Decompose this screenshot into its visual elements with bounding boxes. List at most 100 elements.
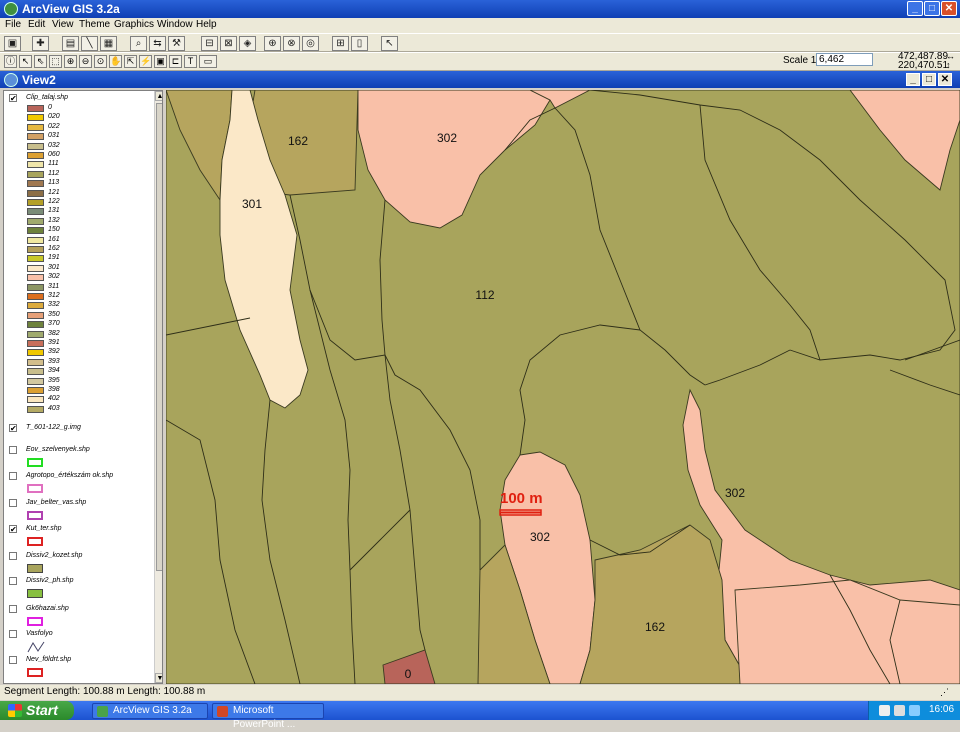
legend-swatch[interactable] xyxy=(27,340,44,347)
legend-swatch[interactable] xyxy=(27,330,44,338)
start-button[interactable]: Start xyxy=(0,701,74,720)
legend-swatch[interactable] xyxy=(27,264,44,272)
theme-checkbox[interactable] xyxy=(9,656,17,664)
identify-icon[interactable]: ⓘ xyxy=(4,55,17,68)
theme-name[interactable]: Dissiv2_kozet.shp xyxy=(26,552,82,559)
task-powerpoint[interactable]: Microsoft PowerPoint ... xyxy=(212,703,324,730)
area-of-interest-icon[interactable]: ▣ xyxy=(154,55,167,68)
scale-input[interactable]: 6,462 xyxy=(816,53,873,66)
theme-checkbox[interactable]: ✔ xyxy=(9,525,17,534)
scroll-up-icon[interactable]: ▲ xyxy=(155,91,162,101)
zoom-out-icon[interactable]: ⊗ xyxy=(283,36,300,51)
legend-swatch[interactable] xyxy=(27,255,44,263)
theme-name[interactable]: T_601-122_g.img xyxy=(26,424,81,431)
legend-swatch[interactable] xyxy=(27,405,44,413)
theme-checkbox[interactable] xyxy=(9,472,17,480)
menu-view[interactable]: View xyxy=(52,19,74,30)
legend-swatch[interactable] xyxy=(27,199,44,206)
theme-name[interactable]: Gk6hazai.shp xyxy=(26,605,69,612)
legend-swatch[interactable] xyxy=(27,387,44,394)
draw-tool-icon[interactable]: ▭ xyxy=(199,55,217,68)
open-table-icon[interactable]: ▦ xyxy=(100,36,117,51)
scroll-thumb[interactable] xyxy=(156,103,162,571)
task-arcview[interactable]: ArcView GIS 3.2a xyxy=(92,703,208,719)
save-project-icon[interactable]: ▣ xyxy=(4,36,21,51)
legend-swatch[interactable] xyxy=(27,396,44,404)
vertex-edit-icon[interactable]: ⇖ xyxy=(34,55,47,68)
menu-help[interactable]: Help xyxy=(196,19,217,30)
legend-swatch[interactable] xyxy=(27,208,44,216)
legend-swatch[interactable] xyxy=(27,321,44,329)
toc-scrollbar[interactable]: ▲ ▼ xyxy=(154,91,162,683)
legend-swatch[interactable] xyxy=(27,189,44,197)
scroll-down-icon[interactable]: ▼ xyxy=(155,673,162,683)
theme-checkbox-clip-talaj[interactable]: ✔ xyxy=(9,94,17,103)
theme-checkbox[interactable] xyxy=(9,577,17,585)
theme-checkbox[interactable] xyxy=(9,446,17,454)
legend-swatch[interactable] xyxy=(27,227,44,235)
legend-swatch[interactable] xyxy=(27,283,44,291)
view-close-button[interactable]: ✕ xyxy=(938,73,952,86)
menu-theme[interactable]: Theme xyxy=(79,19,110,30)
legend-swatch[interactable] xyxy=(27,377,44,385)
zoom-full-extent-icon[interactable]: ⊟ xyxy=(201,36,218,51)
locate-address-icon[interactable]: ⇆ xyxy=(149,36,166,51)
minimize-button[interactable]: _ xyxy=(907,1,923,16)
find-icon[interactable]: ⌕ xyxy=(130,36,147,51)
legend-swatch[interactable] xyxy=(27,133,44,141)
zoom-active-themes-icon[interactable]: ⊠ xyxy=(220,36,237,51)
menu-graphics[interactable]: Graphics xyxy=(114,19,154,30)
add-theme-icon[interactable]: ✚ xyxy=(32,36,49,51)
theme-checkbox[interactable]: ✔ xyxy=(9,424,17,433)
legend-swatch[interactable] xyxy=(27,274,44,282)
select-feature-icon[interactable]: ⬚ xyxy=(49,55,62,68)
query-builder-icon[interactable]: ⚒ xyxy=(168,36,185,51)
legend-swatch[interactable] xyxy=(27,170,44,178)
pan-icon[interactable]: ✋ xyxy=(109,55,122,68)
zoom-selected-icon[interactable]: ◈ xyxy=(239,36,256,51)
legend-swatch[interactable] xyxy=(27,180,44,188)
theme-checkbox[interactable] xyxy=(9,630,17,638)
theme-checkbox[interactable] xyxy=(9,605,17,613)
legend-swatch[interactable] xyxy=(27,217,44,225)
label-icon[interactable]: ⊏ xyxy=(169,55,182,68)
legend-swatch[interactable] xyxy=(27,142,44,150)
size-grip-icon[interactable]: ⋰ xyxy=(940,687,949,698)
theme-properties-icon[interactable]: ▤ xyxy=(62,36,79,51)
maximize-button[interactable]: □ xyxy=(924,1,940,16)
menu-edit[interactable]: Edit xyxy=(28,19,45,30)
hotlink-icon[interactable]: ⚡ xyxy=(139,55,152,68)
legend-swatch[interactable] xyxy=(27,114,44,122)
view-minimize-button[interactable]: _ xyxy=(906,73,920,86)
legend-swatch[interactable] xyxy=(27,105,44,112)
menu-file[interactable]: File xyxy=(5,19,21,30)
legend-swatch[interactable] xyxy=(27,349,44,357)
theme-name[interactable]: Agrotopo_értékszám ok.shp xyxy=(26,472,113,479)
select-features-icon[interactable]: ⊞ xyxy=(332,36,349,51)
map-canvas[interactable]: 162 302 301 112 302 302 162 0 100 m xyxy=(166,90,960,684)
pointer-icon[interactable]: ↖ xyxy=(19,55,32,68)
clear-selection-icon[interactable]: ▯ xyxy=(351,36,368,51)
zoom-rect-icon[interactable]: ⊙ xyxy=(94,55,107,68)
text-tool-icon[interactable]: T xyxy=(184,55,197,68)
legend-swatch[interactable] xyxy=(27,302,44,310)
theme-name[interactable]: Eov_szelvenyek.shp xyxy=(26,446,90,453)
legend-swatch[interactable] xyxy=(27,246,44,253)
theme-name[interactable]: Dissiv2_ph.shp xyxy=(26,577,73,584)
zoom-previous-icon[interactable]: ◎ xyxy=(302,36,319,51)
legend-swatch[interactable] xyxy=(27,236,44,244)
help-pointer-icon[interactable]: ↖ xyxy=(381,36,398,51)
zoom-in-tool-icon[interactable]: ⊕ xyxy=(64,55,77,68)
measure-icon[interactable]: ⇱ xyxy=(124,55,137,68)
close-button[interactable]: ✕ xyxy=(941,1,957,16)
legend-swatch[interactable] xyxy=(27,152,44,159)
legend-swatch[interactable] xyxy=(27,161,44,169)
tray-volume-icon[interactable] xyxy=(894,705,905,716)
view-maximize-button[interactable]: □ xyxy=(922,73,936,86)
theme-name[interactable]: Jav_belter_vas.shp xyxy=(26,499,86,506)
theme-name[interactable]: Vasfolyo xyxy=(26,630,53,637)
legend-swatch[interactable] xyxy=(27,293,44,300)
theme-name[interactable]: Kut_ter.shp xyxy=(26,525,62,532)
theme-name[interactable]: Nev_földrt.shp xyxy=(26,656,71,663)
legend-swatch[interactable] xyxy=(27,123,44,131)
